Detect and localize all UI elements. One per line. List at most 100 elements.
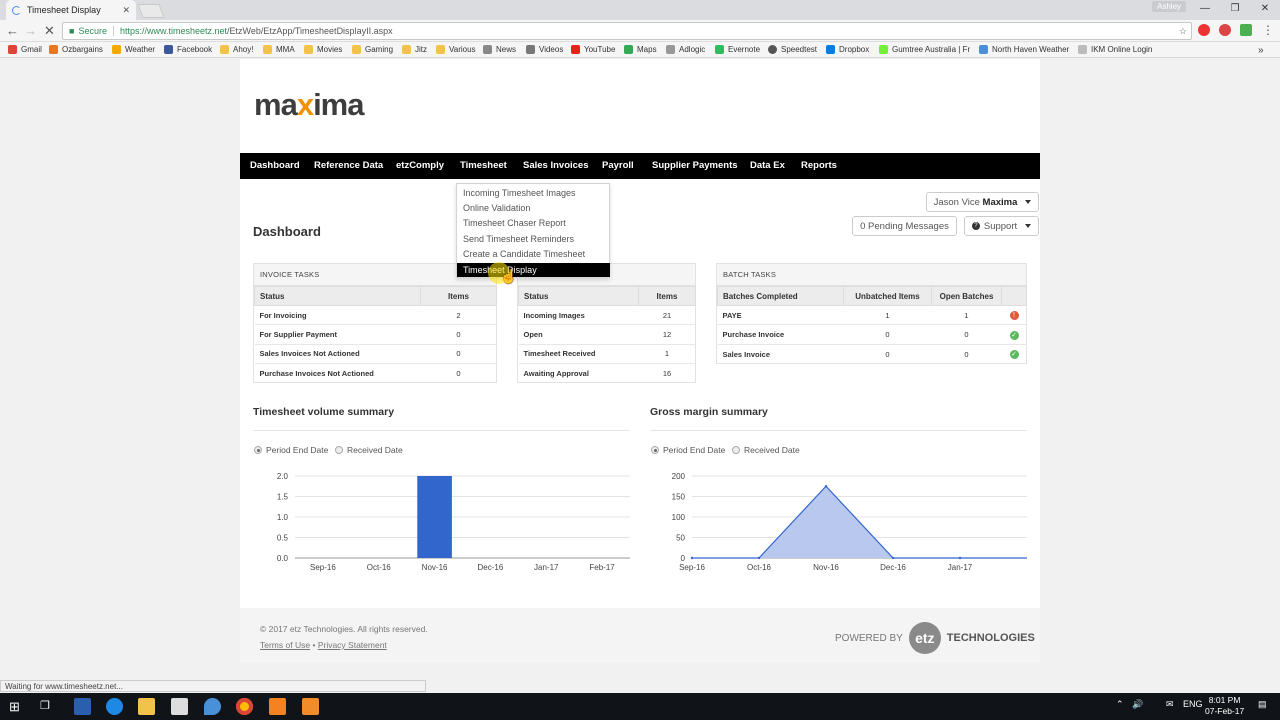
taskbar-browser-icon[interactable] [106,698,123,715]
bookmark-gaming[interactable]: Gaming [352,45,393,54]
bookmark-news[interactable]: News [483,45,516,54]
nav-data-ex[interactable]: Data Ex [750,153,785,178]
opera-extension-icon[interactable] [1198,24,1210,36]
nav-dashboard[interactable]: Dashboard [250,153,300,178]
pending-messages-button[interactable]: 0 Pending Messages [852,216,957,236]
table-row[interactable]: Timesheet Received 1 [518,343,696,364]
menu-item-timesheet-chaser-report[interactable]: Timesheet Chaser Report [463,218,566,228]
menu-item-online-validation[interactable]: Online Validation [463,203,530,213]
taskbar-app-icon[interactable] [74,698,91,715]
user-menu-button[interactable]: Jason Vice Maxima [926,192,1039,212]
new-tab-button[interactable] [137,4,165,18]
back-icon[interactable]: ← [6,23,19,38]
table-row[interactable]: Incoming Images 21 [518,304,696,325]
tray-overflow-icon[interactable]: ⌃ [1116,699,1124,710]
bookmark-ahoy[interactable]: Ahoy! [220,45,253,54]
chart-title-volume: Timesheet volume summary [253,406,395,418]
bookmark-evernote[interactable]: Evernote [715,45,760,54]
profile-badge[interactable]: Ashley [1152,1,1187,12]
menu-item-send-timesheet-reminders[interactable]: Send Timesheet Reminders [463,234,574,244]
extension-icon[interactable] [1240,24,1252,36]
nav-sales-invoices[interactable]: Sales Invoices [523,153,588,178]
table-row[interactable]: Purchase Invoices Not Actioned 0 [254,363,497,384]
terms-of-use-link[interactable]: Terms of Use [260,640,310,650]
radio-period-end-date[interactable]: Period End Date [254,445,328,455]
bookmark-videos[interactable]: Videos [526,45,563,54]
store-icon[interactable] [171,698,188,715]
radio-received-date[interactable]: Received Date [335,445,403,455]
nav-reports[interactable]: Reports [801,153,837,178]
bookmarks-overflow-icon[interactable]: » [1258,45,1264,56]
nav-timesheet[interactable]: Timesheet [460,153,507,178]
url-host: https://www.timesheetz.net [119,26,228,36]
table-row[interactable]: Open 12 [518,324,696,345]
table-row[interactable]: Sales Invoices Not Actioned 0 [254,343,497,364]
language-indicator[interactable]: ENG [1183,699,1203,709]
x-tick-label: Dec-16 [478,563,504,572]
privacy-statement-link[interactable]: Privacy Statement [318,640,387,650]
stop-icon[interactable]: ✕ [44,23,55,39]
bookmark-north-haven-weather[interactable]: North Haven Weather [979,45,1069,54]
support-button[interactable]: ? Support [964,216,1039,236]
bookmark-dropbox[interactable]: Dropbox [826,45,869,54]
adblock-extension-icon[interactable] [1219,24,1231,36]
bookmark-adlogic[interactable]: Adlogic [666,45,705,54]
data-point[interactable] [690,556,694,560]
volume-icon[interactable]: 🔊 [1132,699,1143,710]
bookmark-movies[interactable]: Movies [304,45,342,54]
bookmark-gmail[interactable]: Gmail [8,45,42,54]
file-explorer-icon[interactable] [138,698,155,715]
clock[interactable]: 8:01 PM 07-Feb-17 [1205,695,1244,717]
table-row[interactable]: Purchase Invoice 0 0 ✓ [717,324,1027,345]
radio-received-date[interactable]: Received Date [732,445,800,455]
window-close-icon[interactable]: ✕ [1250,0,1280,20]
bookmark-jitz[interactable]: Jitz [402,45,427,54]
table-row[interactable]: For Supplier Payment 0 [254,324,497,345]
menu-item-incoming-timesheet-images[interactable]: Incoming Timesheet Images [463,188,576,198]
bookmark-speedtest[interactable]: Speedtest [768,45,817,54]
data-point[interactable] [958,556,962,560]
restore-icon[interactable]: ❐ [1220,0,1250,20]
data-point[interactable] [891,556,895,560]
bookmark-facebook[interactable]: Facebook [164,45,212,54]
table-row[interactable]: PAYE 1 1! [717,304,1027,325]
bookmark-ikm-online-login[interactable]: IKM Online Login [1078,45,1152,54]
bookmark-ozbargains[interactable]: Ozbargains [49,45,103,54]
radio-period-end-date[interactable]: Period End Date [651,445,725,455]
maxima-logo[interactable]: maxima [254,87,364,123]
minimize-icon[interactable]: — [1190,0,1220,20]
forward-icon[interactable]: → [24,23,37,38]
task-view-icon[interactable]: ❐ [40,699,50,712]
bookmark-maps[interactable]: Maps [624,45,657,54]
powered-by-etz[interactable]: POWERED BY etz TECHNOLOGIES [835,622,1035,654]
network-icon[interactable]: ✉ [1166,699,1174,710]
taskbar-drop-icon[interactable] [204,698,221,715]
chrome-icon[interactable] [236,698,253,715]
bookmark-weather[interactable]: Weather [112,45,155,54]
menu-icon[interactable]: ⋮ [1262,23,1274,37]
windows-start-icon[interactable]: ⊞ [9,699,20,715]
menu-item-create-candidate-timesheet[interactable]: Create a Candidate Timesheet [463,249,585,259]
nav-etzcomply[interactable]: etzComply [396,153,444,178]
nav-supplier-payments[interactable]: Supplier Payments [652,153,738,178]
data-point[interactable] [824,485,828,488]
menu-item-timesheet-display[interactable]: Timesheet Display [457,263,610,277]
bookmark-various[interactable]: Various [436,45,476,54]
table-row[interactable]: Awaiting Approval 16 [518,363,696,384]
bookmark-mma[interactable]: MMA [263,45,295,54]
nav-reference-data[interactable]: Reference Data [314,153,383,178]
bookmark-gumtree[interactable]: Gumtree Australia | Fr [879,45,970,54]
data-point[interactable] [757,556,761,560]
table-row[interactable]: Sales Invoice 0 0 ✓ [717,343,1027,364]
browser-tab[interactable]: Timesheet Display ✕ [6,0,136,20]
tab-close-icon[interactable]: ✕ [122,5,130,16]
bar[interactable] [417,476,452,558]
bookmark-star-icon[interactable]: ☆ [1179,26,1187,37]
taskbar-app-icon[interactable] [302,698,319,715]
vlc-icon[interactable] [269,698,286,715]
table-row[interactable]: For Invoicing 2 [254,304,497,325]
notifications-icon[interactable]: ▤ [1258,699,1267,710]
address-bar[interactable]: ■ Secure https://www.timesheetz.net/EtzW… [62,22,1192,40]
bookmark-youtube[interactable]: YouTube [571,45,615,54]
nav-payroll[interactable]: Payroll [602,153,634,178]
